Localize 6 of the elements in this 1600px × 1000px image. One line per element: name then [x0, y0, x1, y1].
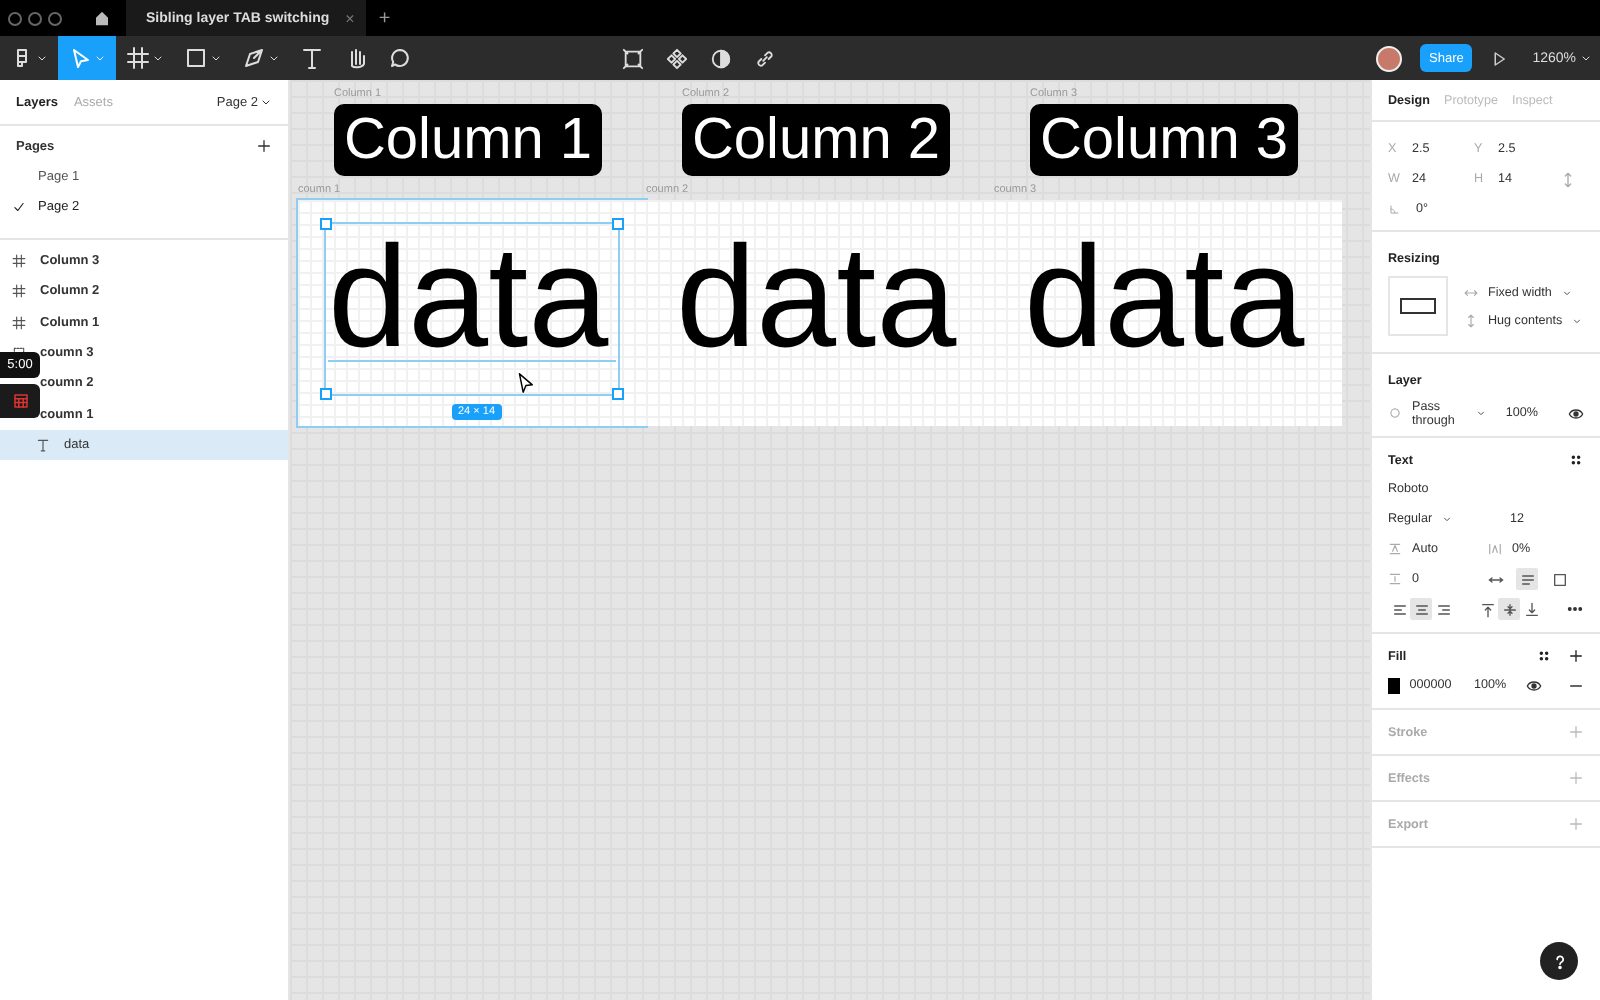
- column-heading: Column 1: [334, 104, 602, 176]
- data-text: data: [328, 226, 609, 370]
- column-heading: Column 3: [1030, 104, 1298, 176]
- data-text: data: [676, 226, 957, 370]
- data-text: data: [1024, 226, 1305, 370]
- column-heading: Column 2: [682, 104, 950, 176]
